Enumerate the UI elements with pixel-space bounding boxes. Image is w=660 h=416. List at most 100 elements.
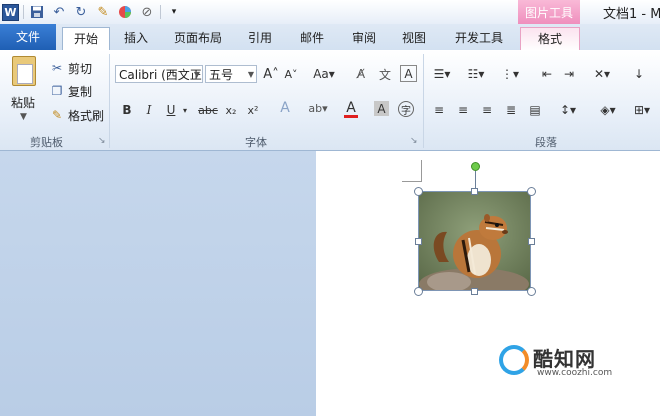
copy-button[interactable]: ❐ 复制 (50, 82, 92, 100)
copy-icon: ❐ (51, 84, 63, 98)
watermark-url: www.coozhi.com (537, 368, 613, 378)
distribute-icon[interactable]: ▤ (526, 101, 544, 119)
draw-icon[interactable]: ⊘ (138, 3, 156, 21)
redo-icon[interactable]: ↻ (72, 3, 90, 21)
font-size-combo[interactable]: 五号 ▼ (205, 65, 257, 83)
tab-references[interactable]: 引用 (240, 27, 280, 49)
divider (23, 5, 24, 19)
margin-marker (421, 160, 422, 182)
resize-handle-top-right[interactable] (527, 187, 536, 196)
grow-font-icon[interactable]: A˄ (262, 65, 280, 83)
resize-handle-bottom-left[interactable] (414, 287, 423, 296)
ribbon-tab-bar: 文件 开始 插入 页面布局 引用 邮件 审阅 视图 开发工具 格式 (0, 24, 660, 51)
group-label-clipboard: 剪贴板 (30, 136, 63, 149)
ribbon-home: 粘贴 ▼ ✂ 剪切 ❐ 复制 ✎ 格式刷 剪贴板 ↘ Calibri (西文正 … (0, 50, 660, 151)
enclose-char-icon[interactable]: 字 (398, 101, 414, 117)
copy-label: 复制 (68, 84, 93, 99)
resize-handle-bottom-right[interactable] (527, 287, 536, 296)
font-name-value: Calibri (西文正 (119, 68, 202, 82)
superscript-icon[interactable]: x² (244, 101, 262, 119)
coozhi-logo-icon (499, 345, 529, 375)
font-color-icon[interactable]: A (342, 97, 360, 121)
borders-icon[interactable]: ⊞▾ (630, 101, 654, 119)
chevron-down-icon[interactable]: ▾ (176, 101, 194, 119)
format-painter-label: 格式刷 (68, 108, 105, 123)
paste-button[interactable]: 粘贴 ▼ (6, 54, 44, 128)
chinese-layout-icon[interactable]: ✕▾ (590, 65, 614, 83)
phonetic-guide-icon[interactable]: 文 (376, 65, 394, 83)
dialog-launcher-icon[interactable]: ↘ (98, 136, 106, 146)
shrink-font-icon[interactable]: A˅ (282, 65, 300, 83)
undo-icon[interactable]: ↶ (50, 3, 68, 21)
scissors-icon: ✂ (51, 61, 63, 75)
format-painter-button[interactable]: ✎ 格式刷 (50, 106, 104, 124)
quick-access-toolbar: W ↶ ↻ ✎ ⊘ ▾ (2, 2, 183, 22)
chevron-down-icon: ▼ (20, 112, 27, 122)
numbering-icon[interactable]: ☷▾ (464, 65, 488, 83)
sort-icon[interactable]: ↓ (630, 65, 648, 83)
tab-mailings[interactable]: 邮件 (292, 27, 332, 49)
picture-tools-context-header: 图片工具 (518, 0, 580, 24)
bold-icon[interactable]: B (118, 101, 136, 119)
resize-handle-left[interactable] (415, 238, 422, 245)
multilevel-list-icon[interactable]: ⋮▾ (498, 65, 522, 83)
italic-icon[interactable]: I (140, 101, 158, 119)
save-icon[interactable] (28, 3, 46, 21)
divider (423, 54, 424, 148)
document-title: 文档1 - M (603, 7, 660, 22)
resize-handle-right[interactable] (528, 238, 535, 245)
align-left-icon[interactable]: ≡ (430, 101, 448, 119)
paste-label: 粘贴 (11, 96, 36, 110)
word-logo-icon[interactable]: W (2, 3, 19, 21)
subscript-icon[interactable]: x₂ (222, 101, 240, 119)
font-name-combo[interactable]: Calibri (西文正 ▼ (115, 65, 203, 83)
bullets-icon[interactable]: ☰▾ (430, 65, 454, 83)
shading-icon[interactable]: ◈▾ (596, 101, 620, 119)
divider (160, 5, 161, 19)
tab-format[interactable]: 格式 (520, 27, 580, 51)
tab-home[interactable]: 开始 (62, 27, 110, 51)
increase-indent-icon[interactable]: ⇥ (560, 65, 578, 83)
paintbrush-icon: ✎ (51, 108, 63, 122)
char-shading-icon[interactable]: A (374, 101, 389, 116)
highlight-icon[interactable]: ab▾ (306, 99, 330, 117)
char-border-icon[interactable]: A (400, 65, 417, 82)
group-label-paragraph: 段落 (535, 136, 557, 149)
tab-view[interactable]: 视图 (394, 27, 434, 49)
selected-picture[interactable] (418, 191, 531, 291)
cut-button[interactable]: ✂ 剪切 (50, 59, 92, 77)
group-label-font: 字体 (245, 136, 267, 149)
resize-handle-bottom[interactable] (471, 288, 478, 295)
justify-icon[interactable]: ≣ (502, 101, 520, 119)
align-center-icon[interactable]: ≡ (454, 101, 472, 119)
font-size-value: 五号 (209, 68, 234, 82)
line-spacing-icon[interactable]: ↕▾ (556, 101, 580, 119)
watermark: 酷知网 www.coozhi.com (499, 343, 629, 383)
customize-dropdown-icon[interactable]: ▾ (165, 3, 183, 21)
margin-marker (402, 181, 422, 182)
align-right-icon[interactable]: ≡ (478, 101, 496, 119)
strikethrough-icon[interactable]: abc (196, 101, 220, 119)
change-case-icon[interactable]: Aa▾ (312, 65, 336, 83)
tab-review[interactable]: 审阅 (344, 27, 384, 49)
tab-page-layout[interactable]: 页面布局 (166, 27, 230, 49)
resize-handle-top-left[interactable] (414, 187, 423, 196)
decrease-indent-icon[interactable]: ⇤ (538, 65, 556, 83)
clipboard-icon (12, 56, 36, 86)
text-effects-icon[interactable]: A (276, 99, 294, 117)
resize-handle-top[interactable] (471, 188, 478, 195)
tab-developer[interactable]: 开发工具 (446, 27, 512, 49)
tab-insert[interactable]: 插入 (116, 27, 156, 49)
title-bar: W ↶ ↻ ✎ ⊘ ▾ 图片工具 文档1 - M (0, 0, 660, 24)
color-wheel-icon[interactable] (116, 3, 134, 21)
rotate-handle[interactable] (471, 162, 480, 171)
chevron-down-icon: ▼ (247, 70, 254, 79)
divider (109, 54, 110, 148)
clear-format-icon[interactable]: A̸ (352, 65, 370, 83)
cut-label: 剪切 (68, 61, 93, 76)
chevron-down-icon: ▼ (193, 70, 200, 79)
format-painter-icon[interactable]: ✎ (94, 3, 112, 21)
dialog-launcher-icon[interactable]: ↘ (410, 136, 418, 146)
chipmunk-photo (419, 192, 530, 290)
tab-file[interactable]: 文件 (0, 24, 56, 50)
